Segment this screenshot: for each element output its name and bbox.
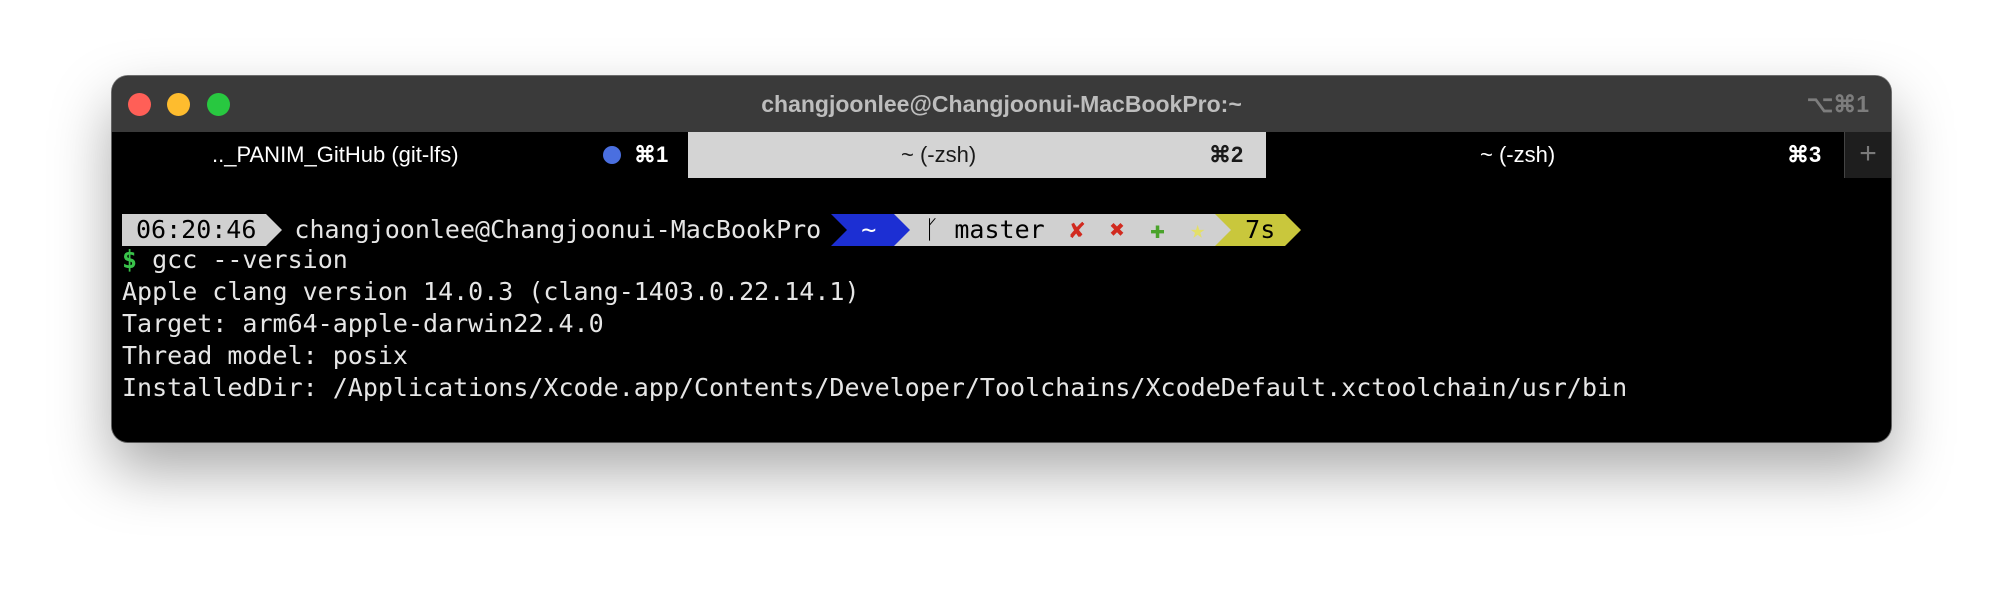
tab-shortcut: ⌘1 (634, 142, 669, 167)
git-added-icon: ✚ (1149, 215, 1166, 244)
prompt-git-segment: ᚴ master ✘ ✖ ✚ ★ (894, 214, 1232, 246)
title-bar[interactable]: changjoonlee@Changjoonui-MacBookPro:~ ⌥⌘… (112, 76, 1891, 132)
prompt-git-branch: master (954, 215, 1045, 244)
new-tab-button[interactable]: + (1844, 132, 1891, 178)
output-line: Thread model: posix (122, 341, 408, 370)
segment-arrow-icon (1215, 214, 1232, 246)
prompt-directory: ~ (861, 215, 877, 244)
shell-prompt: 06:20:46 changjoonlee@Changjoonui-MacBoo… (122, 214, 1302, 246)
output-line: Target: arm64-apple-darwin22.4.0 (122, 309, 604, 338)
segment-arrow-icon (266, 214, 283, 246)
tab-title: ~ (-zsh) (1480, 142, 1556, 167)
tab-3[interactable]: ~ (-zsh) ⌘3 (1267, 132, 1844, 178)
segment-arrow-icon (831, 214, 848, 246)
terminal-window: changjoonlee@Changjoonui-MacBookPro:~ ⌥⌘… (112, 76, 1891, 442)
tab-shortcut: ⌘3 (1787, 142, 1822, 167)
command-text: gcc --version (152, 245, 348, 274)
tab-2[interactable]: ~ (-zsh) ⌘2 (688, 132, 1266, 178)
tab-activity-dot-icon (603, 146, 621, 164)
git-deleted-icon: ✖ (1109, 215, 1125, 244)
window-title: changjoonlee@Changjoonui-MacBookPro:~ (761, 91, 1242, 117)
prompt-host: changjoonlee@Changjoonui-MacBookPro (294, 215, 822, 244)
tab-1[interactable]: .._PANIM_GitHub (git-lfs) ⌘1 (112, 132, 687, 178)
git-branch-icon: ᚴ (924, 215, 940, 244)
output-line: InstalledDir: /Applications/Xcode.app/Co… (122, 373, 1628, 402)
tab-title: .._PANIM_GitHub (git-lfs) (212, 142, 459, 167)
segment-arrow-icon (1285, 214, 1302, 246)
prompt-time-segment: 06:20:46 (122, 214, 283, 246)
terminal-output[interactable]: 06:20:46 changjoonlee@Changjoonui-MacBoo… (112, 178, 1891, 442)
git-dirty-icon: ✘ (1069, 215, 1085, 244)
tab-title: ~ (-zsh) (901, 142, 977, 167)
prompt-time: 06:20:46 (136, 215, 257, 244)
tab-bar: .._PANIM_GitHub (git-lfs) ⌘1 ~ (-zsh) ⌘2… (112, 132, 1891, 178)
prompt-host-segment: changjoonlee@Changjoonui-MacBookPro (266, 214, 848, 246)
prompt-duration: 7s (1245, 215, 1276, 244)
segment-arrow-icon (894, 214, 911, 246)
tab-shortcut: ⌘2 (1209, 142, 1244, 167)
output-line: Apple clang version 14.0.3 (clang-1403.0… (122, 277, 860, 306)
command-line: $ gcc --version (122, 244, 348, 276)
window-shortcut: ⌥⌘1 (1806, 91, 1869, 117)
prompt-symbol: $ (122, 245, 138, 274)
git-untracked-icon: ★ (1190, 215, 1206, 244)
